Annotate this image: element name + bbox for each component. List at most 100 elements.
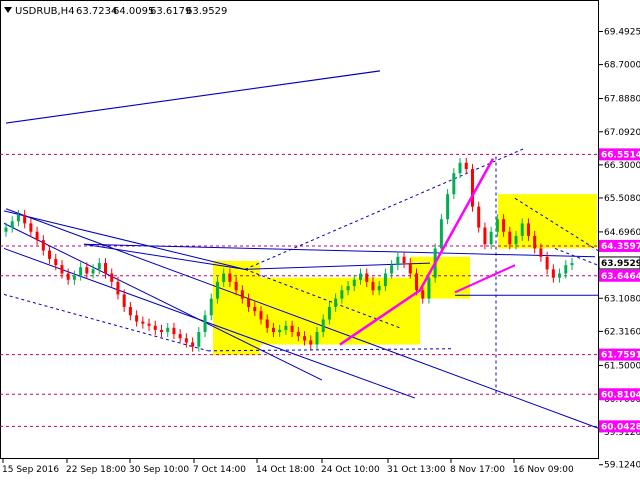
x-tick-label: 16 Nov 09:00 [513, 465, 574, 475]
x-tick-label: 7 Oct 14:00 [193, 465, 246, 475]
candle-body [128, 306, 132, 316]
candle-body [247, 298, 251, 307]
candle-body [458, 162, 462, 174]
candle-body [159, 329, 163, 333]
candle-body [135, 315, 139, 322]
candle-body [35, 231, 39, 241]
candle-body [533, 235, 537, 249]
x-tick-label: 8 Nov 17:00 [450, 465, 505, 475]
level-badge-label: 64.3597 [601, 242, 640, 252]
candle-body [259, 311, 263, 320]
y-tick-label: 62.3160 [604, 327, 640, 337]
level-badges: 66.5514 64.3597 63.9529 63.6464 61.7591 60.81… [598, 148, 640, 433]
y-tick-label: 63.1080 [604, 294, 640, 304]
candle-body [4, 227, 8, 232]
candle-body [172, 327, 176, 335]
candle-body [526, 223, 530, 236]
candle-body [178, 334, 182, 339]
candle-body [564, 265, 568, 274]
candle-body [271, 327, 275, 333]
candle-body [197, 332, 201, 347]
zone-rect [213, 260, 260, 355]
candle-body [116, 281, 120, 295]
candle-body [340, 290, 344, 299]
candle-body [122, 294, 126, 307]
candle-body [110, 273, 114, 282]
trend-line [244, 262, 431, 270]
level-badge-label: 60.8104 [601, 390, 640, 400]
candle-body [452, 173, 456, 195]
candle-body [303, 336, 307, 341]
level-badge-label: 60.0428 [601, 422, 640, 432]
candle-body [427, 277, 431, 299]
level-badge-label: 63.9529 [601, 259, 640, 269]
analysis-zones [213, 194, 597, 355]
candle-body [477, 206, 481, 228]
candle-body [383, 273, 387, 287]
candle-body [309, 340, 313, 345]
candle-body [284, 325, 288, 330]
candle-body [502, 219, 506, 232]
candle-body [66, 273, 70, 280]
y-tick-label: 66.3000 [604, 161, 640, 171]
candle-body [48, 250, 52, 259]
candle-body [265, 319, 269, 328]
y-tick-label: 65.5080 [604, 194, 640, 204]
candle-body [365, 273, 369, 282]
trend-line [5, 70, 381, 124]
candle-body [396, 256, 400, 266]
level-badge-label: 66.5514 [601, 150, 640, 160]
candle-body [79, 267, 83, 276]
candle-body [334, 298, 338, 307]
dropdown-triangle-icon[interactable] [4, 7, 12, 13]
y-tick-label: 59.1240 [604, 461, 640, 471]
candle-body [72, 275, 76, 280]
candle-body [97, 263, 101, 270]
candle-body [402, 256, 406, 264]
candle-body [29, 223, 33, 232]
candle-body [54, 258, 58, 266]
candle-body [520, 223, 524, 236]
candle-body [222, 273, 226, 282]
candle-body [483, 227, 487, 245]
price-chart[interactable]: 69.4925 68.7000 67.8880 67.0920 66.3000 65.50… [0, 0, 640, 480]
candle-body [228, 273, 232, 282]
candle-body [539, 248, 543, 257]
level-badge-label: 63.6464 [601, 272, 640, 282]
candle-body [166, 327, 170, 333]
chart-header: USDRUB,H4 63.7234 64.0095 63.6179 63.952… [4, 6, 227, 17]
candle-body [278, 329, 282, 333]
candle-body [153, 325, 157, 330]
candle-body [234, 281, 238, 291]
candle-body [377, 286, 381, 291]
candle-body [508, 231, 512, 245]
symbol-label: USDRUB,H4 [15, 6, 75, 17]
candle-body [495, 219, 499, 232]
y-tick-label: 69.4925 [604, 27, 640, 37]
candle-body [570, 262, 574, 266]
candle-body [41, 240, 45, 251]
x-tick-label: 30 Sep 10:00 [129, 465, 189, 475]
y-tick-label: 67.8880 [604, 95, 640, 105]
candle-body [470, 169, 474, 207]
candle-body [215, 281, 219, 299]
trend-line [3, 293, 209, 352]
candle-body [147, 323, 151, 326]
candle-body [321, 319, 325, 333]
trend-line [3, 210, 246, 270]
y-tick-label: 61.5000 [604, 361, 640, 371]
level-badge-label: 61.7591 [601, 351, 640, 361]
candle-body [60, 265, 64, 274]
candle-body [439, 219, 443, 249]
candle-body [514, 235, 518, 245]
candle-body [558, 273, 562, 278]
candle-body [327, 306, 331, 320]
candle-body [23, 215, 27, 224]
x-tick-label: 24 Oct 10:00 [321, 465, 380, 475]
candle-body [489, 231, 493, 245]
candle-body [346, 286, 350, 291]
candle-body [545, 256, 549, 270]
zone-rect [260, 277, 420, 345]
x-tick-label: 14 Oct 18:00 [256, 465, 315, 475]
candle-body [464, 162, 468, 170]
